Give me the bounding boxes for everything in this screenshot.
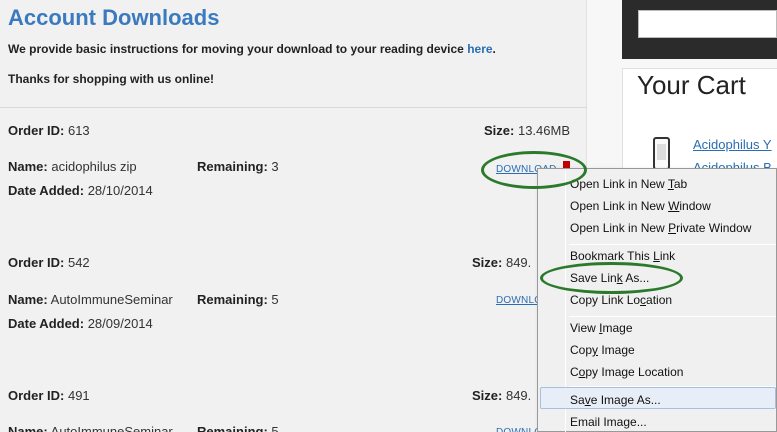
order-id-value: 542 (67, 255, 90, 270)
download-link[interactable]: DOWNLOAD (496, 295, 537, 306)
order-name: Name: AutoImmuneSeminar (8, 424, 173, 432)
name-label: Name: (8, 424, 48, 432)
name-value: AutoImmuneSeminar (50, 424, 173, 432)
cart-title: Your Cart (637, 70, 746, 100)
order-id-label: Order ID: (8, 255, 65, 270)
remaining-value: 5 (271, 292, 279, 307)
cursor-marker (563, 161, 570, 168)
date-added-value: 28/09/2014 (87, 316, 153, 331)
order-id-label: Order ID: (8, 123, 65, 138)
thanks-text: Thanks for shopping with us online! (8, 72, 214, 86)
size-label: Size: (472, 388, 503, 403)
instructions-link[interactable]: here (467, 42, 492, 56)
search-input[interactable] (638, 10, 777, 38)
menu-save-link-as[interactable]: Save Link As... (570, 271, 649, 285)
page-title: Account Downloads (8, 5, 220, 30)
product-thumbnail-icon (653, 137, 670, 170)
menu-separator (569, 316, 776, 317)
order-date-added: Date Added: 28/10/2014 (8, 183, 153, 198)
menu-open-link-new-window[interactable]: Open Link in New Window (570, 199, 711, 213)
remaining-value: 3 (271, 159, 279, 174)
menu-copy-image-location[interactable]: Copy Image Location (570, 365, 683, 379)
order-size: Size: 13.46MB (484, 123, 570, 138)
size-value: 849. (505, 388, 532, 403)
order-id: Order ID: 491 (8, 388, 90, 403)
size-value: 13.46MB (517, 123, 571, 138)
name-label: Name: (8, 159, 48, 174)
order-id-value: 613 (67, 123, 90, 138)
remaining-value: 5 (271, 424, 279, 432)
menu-bookmark-link[interactable]: Bookmark This Link (570, 249, 675, 263)
order-size: Size: 849. (472, 388, 531, 403)
download-link-clip: DOWNLOAD (496, 295, 537, 309)
name-value: acidophilus zip (51, 159, 137, 174)
name-value: AutoImmuneSeminar (50, 292, 173, 307)
order-id: Order ID: 542 (8, 255, 90, 270)
download-link[interactable]: DOWNLOAD (496, 427, 537, 432)
menu-open-link-private-window[interactable]: Open Link in New Private Window (570, 221, 751, 235)
size-value: 849. (505, 255, 532, 270)
date-added-label: Date Added: (8, 316, 85, 331)
order-id-value: 491 (67, 388, 90, 403)
remaining-label: Remaining: (197, 159, 268, 174)
cart-item-link[interactable]: Acidophilus Y (693, 137, 772, 152)
menu-open-link-new-tab[interactable]: Open Link in New Tab (570, 177, 687, 191)
intro-text: We provide basic instructions for moving… (8, 42, 496, 56)
download-link-clip: DOWNLOAD (496, 427, 537, 432)
order-size: Size: 849. (472, 255, 531, 270)
menu-view-image[interactable]: View Image (570, 321, 633, 335)
remaining-label: Remaining: (197, 424, 268, 432)
menu-separator (569, 386, 776, 387)
size-label: Size: (484, 123, 515, 138)
menu-separator (569, 244, 776, 245)
order-remaining: Remaining: 5 (197, 292, 279, 307)
date-added-value: 28/10/2014 (87, 183, 153, 198)
intro-text-end: . (492, 42, 496, 56)
context-menu: Open Link in New Tab Open Link in New Wi… (537, 168, 777, 432)
order-id: Order ID: 613 (8, 123, 90, 138)
menu-email-image[interactable]: Email Image... (570, 415, 647, 429)
order-name: Name: AutoImmuneSeminar (8, 292, 173, 307)
main-content: Account Downloads We provide basic instr… (0, 0, 587, 432)
order-date-added: Date Added: 28/09/2014 (8, 316, 153, 331)
menu-save-image-as[interactable]: Save Image As... (570, 393, 661, 407)
order-name: Name: acidophilus zip (8, 159, 137, 174)
menu-copy-image[interactable]: Copy Image (570, 343, 635, 357)
menu-copy-link-location[interactable]: Copy Link Location (570, 293, 672, 307)
date-added-label: Date Added: (8, 183, 85, 198)
divider (0, 107, 587, 108)
order-remaining: Remaining: 3 (197, 159, 279, 174)
order-id-label: Order ID: (8, 388, 65, 403)
intro-text-body: We provide basic instructions for moving… (8, 42, 468, 56)
order-remaining: Remaining: 5 (197, 424, 279, 432)
remaining-label: Remaining: (197, 292, 268, 307)
size-label: Size: (472, 255, 503, 270)
name-label: Name: (8, 292, 48, 307)
